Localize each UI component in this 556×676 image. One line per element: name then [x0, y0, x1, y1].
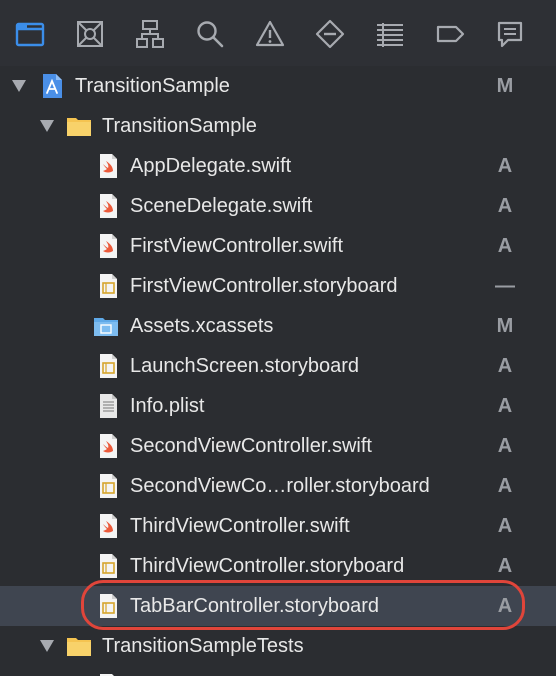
tree-row-file-selected[interactable]: TabBarController.storyboard A	[0, 586, 556, 626]
tree-row-file[interactable]: SecondViewController.swift A	[0, 426, 556, 466]
tree-row-project[interactable]: TransitionSample M	[0, 66, 556, 106]
tree-row-label: TransitionSample	[75, 75, 230, 97]
disclosure-triangle-icon[interactable]	[39, 119, 55, 133]
breakpoint-navigator-icon[interactable]	[434, 18, 466, 50]
project-icon	[38, 72, 66, 100]
swift-file-icon	[94, 232, 122, 260]
tree-row-file[interactable]: Info.plist A	[0, 386, 556, 426]
scm-status-badge: A	[497, 555, 513, 577]
tree-row-label: TabBarController.storyboard	[130, 595, 380, 617]
storyboard-file-icon	[94, 272, 122, 300]
project-navigator-icon[interactable]	[14, 18, 46, 50]
asset-catalog-icon	[92, 312, 120, 340]
swift-file-icon	[94, 432, 122, 460]
debug-navigator-icon[interactable]	[374, 18, 406, 50]
issue-navigator-icon[interactable]	[254, 18, 286, 50]
storyboard-file-icon	[94, 552, 122, 580]
tree-row-file-partial[interactable]	[0, 666, 556, 676]
scm-status-badge: A	[497, 435, 513, 457]
scm-status-badge: A	[497, 595, 513, 617]
tree-row-file[interactable]: FirstViewController.swift A	[0, 226, 556, 266]
tree-row-label: ThirdViewController.swift	[130, 515, 350, 537]
tree-row-label: SecondViewCo…roller.storyboard	[130, 475, 430, 497]
scm-status-badge: A	[497, 195, 513, 217]
disclosure-triangle-icon[interactable]	[39, 639, 55, 653]
tree-row-label: AppDelegate.swift	[130, 155, 292, 177]
tree-row-label: Info.plist	[130, 395, 205, 417]
project-tree: TransitionSample M TransitionSample AppD…	[0, 66, 556, 676]
file-icon	[94, 672, 122, 676]
plist-file-icon	[94, 392, 122, 420]
tree-row-group[interactable]: TransitionSample	[0, 106, 556, 146]
tree-row-file[interactable]: SceneDelegate.swift A	[0, 186, 556, 226]
tree-row-file[interactable]: ThirdViewController.swift A	[0, 506, 556, 546]
tree-row-label: ThirdViewController.storyboard	[130, 555, 405, 577]
scm-status-badge: A	[497, 515, 513, 537]
swift-file-icon	[94, 152, 122, 180]
test-navigator-icon[interactable]	[314, 18, 346, 50]
scm-status-badge: A	[497, 235, 513, 257]
storyboard-file-icon	[94, 592, 122, 620]
disclosure-triangle-icon[interactable]	[11, 79, 27, 93]
storyboard-file-icon	[94, 472, 122, 500]
tree-row-label: SceneDelegate.swift	[130, 195, 313, 217]
report-navigator-icon[interactable]	[494, 18, 526, 50]
navigator-selector-bar	[0, 0, 556, 67]
tree-row-file[interactable]: FirstViewController.storyboard —	[0, 266, 556, 306]
scm-status-badge: M	[496, 315, 514, 337]
swift-file-icon	[94, 512, 122, 540]
scm-status-badge: A	[497, 395, 513, 417]
storyboard-file-icon	[94, 352, 122, 380]
find-navigator-icon[interactable]	[194, 18, 226, 50]
scm-status-badge: —	[495, 275, 515, 297]
folder-icon	[65, 632, 93, 660]
scm-status-badge: A	[497, 355, 513, 377]
folder-icon	[65, 112, 93, 140]
tree-row-label: TransitionSample	[102, 115, 257, 137]
tree-row-label: LaunchScreen.storyboard	[130, 355, 360, 377]
scm-status-badge: M	[496, 75, 514, 97]
tree-row-file[interactable]: ThirdViewController.storyboard A	[0, 546, 556, 586]
symbol-navigator-icon[interactable]	[134, 18, 166, 50]
tree-row-label: Assets.xcassets	[130, 315, 274, 337]
tree-row-file[interactable]: SecondViewCo…roller.storyboard A	[0, 466, 556, 506]
tree-row-label: FirstViewController.swift	[130, 235, 344, 257]
scm-status-badge: A	[497, 155, 513, 177]
tree-row-label: SecondViewController.swift	[130, 435, 372, 457]
tree-row-file[interactable]: LaunchScreen.storyboard A	[0, 346, 556, 386]
tree-row-label: TransitionSampleTests	[102, 635, 304, 657]
tree-row-label: FirstViewController.storyboard	[130, 275, 398, 297]
scm-status-badge: A	[497, 475, 513, 497]
tree-row-group[interactable]: TransitionSampleTests	[0, 626, 556, 666]
tree-row-file[interactable]: AppDelegate.swift A	[0, 146, 556, 186]
swift-file-icon	[94, 192, 122, 220]
source-control-navigator-icon[interactable]	[74, 18, 106, 50]
tree-row-file[interactable]: Assets.xcassets M	[0, 306, 556, 346]
